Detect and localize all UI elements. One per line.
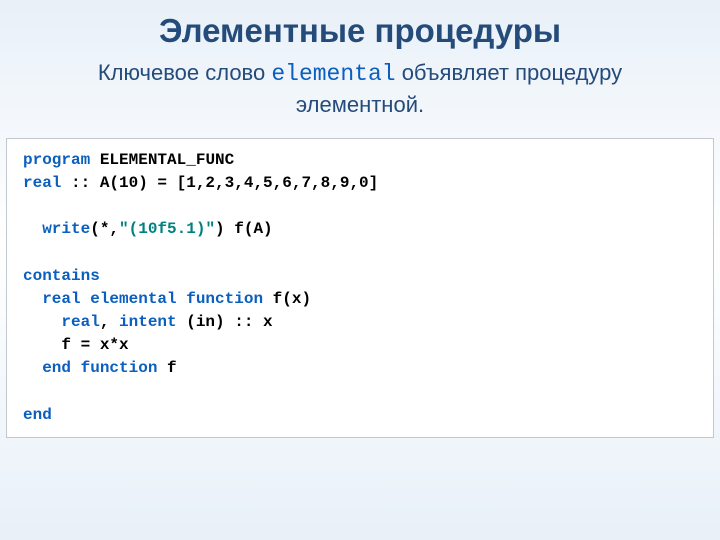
slide-title: Элементные процедуры	[0, 0, 720, 58]
code-text: :: A(10) = [1,2,3,4,5,6,7,8,9,0]	[61, 174, 378, 192]
kw-intent: intent	[119, 313, 177, 331]
kw-write: write	[23, 220, 90, 238]
kw-end: end	[23, 406, 52, 424]
code-text: (*,	[90, 220, 119, 238]
string-literal: "(10f5.1)"	[119, 220, 215, 238]
kw-real: real	[23, 313, 100, 331]
kw-contains: contains	[23, 267, 100, 285]
slide-subtitle: Ключевое слово elemental объявляет проце…	[0, 58, 720, 138]
spacer	[0, 438, 720, 540]
code-text: ) f(A)	[215, 220, 273, 238]
code-text: (in) :: x	[177, 313, 273, 331]
code-text: f = x*x	[23, 336, 129, 354]
code-text: ,	[100, 313, 119, 331]
kw-real: real	[23, 174, 61, 192]
code-text: f(x)	[263, 290, 311, 308]
code-block: program ELEMENTAL_FUNC real :: A(10) = […	[6, 138, 714, 438]
slide: Элементные процедуры Ключевое слово elem…	[0, 0, 720, 540]
code-text: ELEMENTAL_FUNC	[90, 151, 234, 169]
kw-function-decl: real elemental function	[23, 290, 263, 308]
kw-end-function: end function	[23, 359, 157, 377]
kw-program: program	[23, 151, 90, 169]
subtitle-keyword: elemental	[271, 61, 395, 87]
code-text: f	[157, 359, 176, 377]
subtitle-pre: Ключевое слово	[98, 60, 272, 85]
